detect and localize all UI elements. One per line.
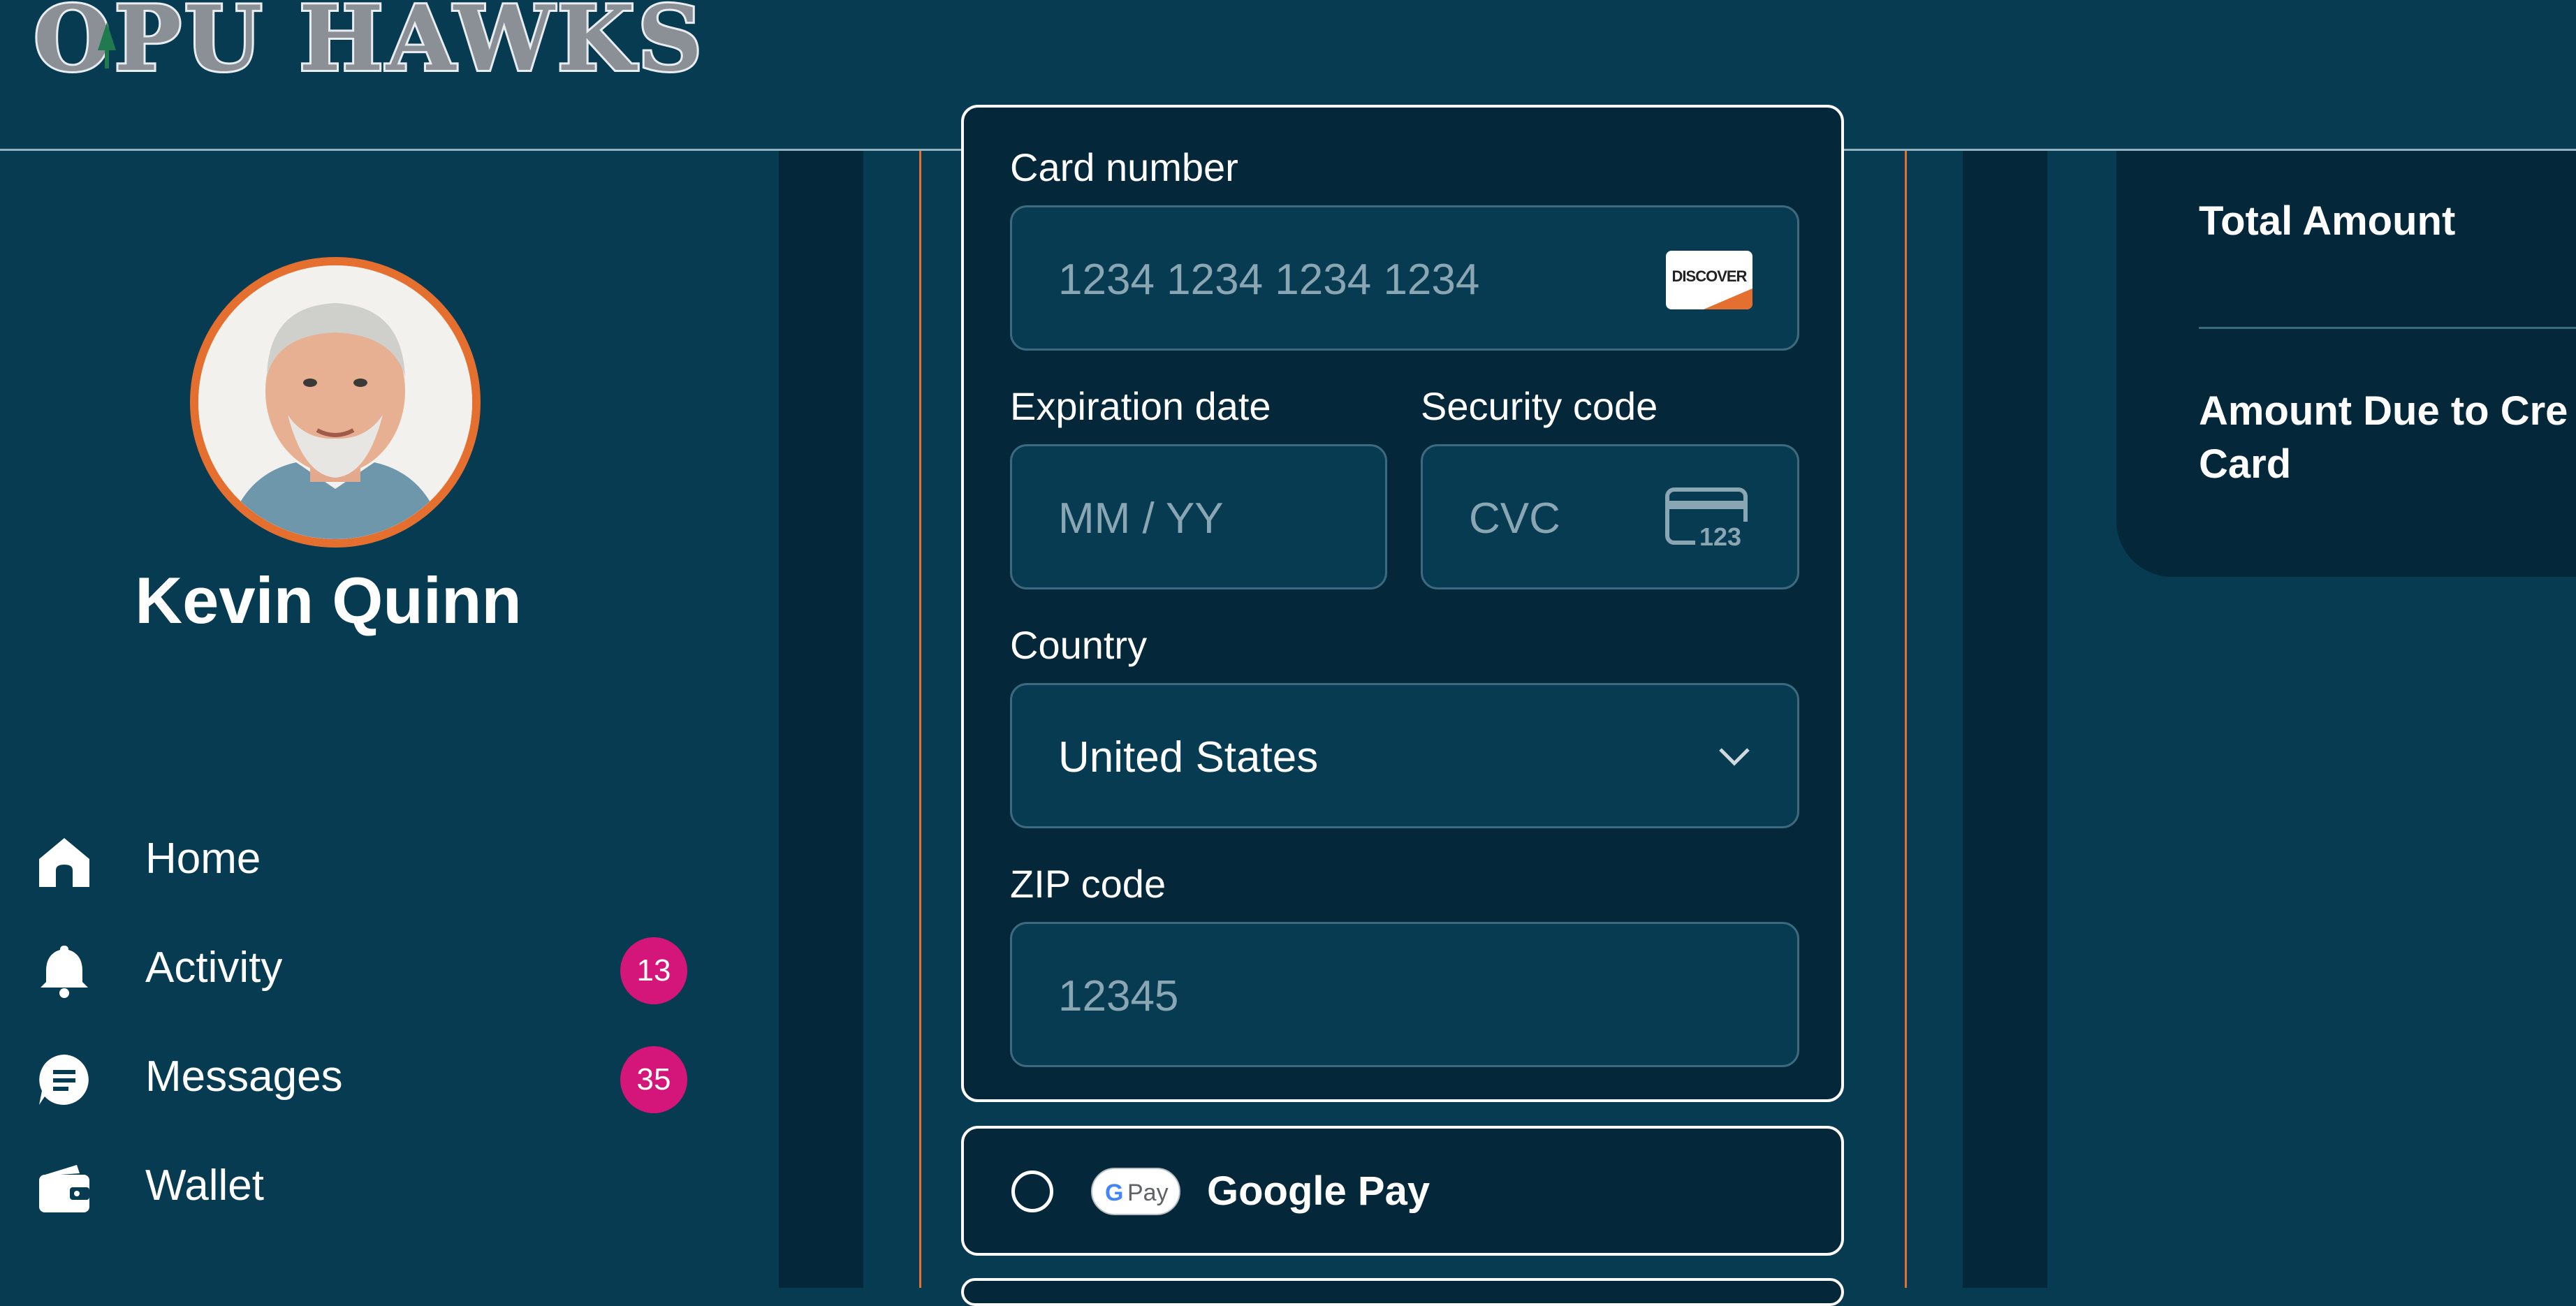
card-number-input[interactable]: 1234 1234 1234 1234 DISCOVER [1010, 205, 1799, 351]
messages-count-badge: 35 [620, 1046, 687, 1113]
amount-due-label-line1: Amount Due to Cre [2199, 388, 2568, 434]
security-code-placeholder: CVC [1469, 494, 1560, 543]
expiration-date-input[interactable]: MM / YY [1010, 444, 1387, 589]
order-summary-panel: Total Amount Amount Due to Cre Card [2116, 151, 2576, 577]
nav-label-home: Home [145, 835, 261, 883]
wallet-icon [39, 1165, 89, 1212]
country-value: United States [1058, 733, 1319, 782]
zip-code-input[interactable]: 12345 [1010, 922, 1799, 1067]
country-select[interactable]: United States [1010, 683, 1799, 828]
google-pay-radio[interactable] [1011, 1171, 1053, 1212]
amount-due-label-line2: Card [2199, 441, 2292, 487]
avatar-photo [198, 265, 472, 539]
user-name: Kevin Quinn [135, 564, 522, 637]
nav-item-activity[interactable]: Activity 13 [0, 925, 698, 1008]
logo[interactable]: OPU HAWKS [31, 0, 705, 90]
card-number-label: Card number [1010, 145, 1238, 189]
tree-icon [98, 22, 116, 68]
expiration-date-label: Expiration date [1010, 384, 1271, 428]
security-code-input[interactable]: CVC 123 [1421, 444, 1799, 589]
nav-item-wallet[interactable]: Wallet [0, 1143, 698, 1226]
card-number-placeholder: 1234 1234 1234 1234 [1058, 256, 1480, 304]
security-code-label: Security code [1421, 384, 1658, 428]
total-amount-label: Total Amount [2199, 198, 2456, 244]
discover-card-icon: DISCOVER [1666, 251, 1752, 309]
cvc-card-icon: 123 [1665, 487, 1751, 551]
google-pay-pill-text: Pay [1127, 1180, 1169, 1206]
column-spacer-left [863, 151, 919, 1288]
next-payment-option[interactable] [961, 1278, 1844, 1306]
google-pay-option[interactable]: G Pay Google Pay [961, 1126, 1844, 1256]
summary-divider [2199, 327, 2576, 329]
sidebar: Kevin Quinn Home Activity 13 Messages 35 [0, 151, 779, 1288]
nav-label-messages: Messages [145, 1052, 343, 1101]
zip-code-placeholder: 12345 [1058, 972, 1179, 1020]
nav-item-home[interactable]: Home [0, 816, 698, 900]
cvc-icon-text: 123 [1699, 522, 1741, 551]
card-brand-text: DISCOVER [1671, 267, 1748, 285]
activity-count-badge: 13 [620, 937, 687, 1004]
avatar[interactable] [190, 257, 481, 548]
chevron-down-icon [1719, 748, 1750, 766]
expiration-placeholder: MM / YY [1058, 494, 1224, 543]
bell-icon [41, 946, 88, 998]
column-gutter-left [779, 151, 863, 1288]
column-spacer-right [1907, 151, 1963, 1288]
home-icon [39, 838, 89, 887]
nav-label-activity: Activity [145, 944, 283, 992]
country-label: Country [1010, 623, 1148, 667]
google-pay-label: Google Pay [1207, 1168, 1430, 1214]
nav-label-wallet: Wallet [145, 1161, 264, 1210]
google-g-letter: G [1105, 1180, 1124, 1206]
zip-code-label: ZIP code [1010, 862, 1166, 906]
column-gutter-right [1963, 151, 2047, 1288]
card-payment-form: Card number 1234 1234 1234 1234 DISCOVER… [961, 105, 1844, 1102]
google-pay-icon: G Pay [1091, 1168, 1180, 1215]
message-icon [39, 1055, 89, 1105]
nav-item-messages[interactable]: Messages 35 [0, 1034, 698, 1117]
